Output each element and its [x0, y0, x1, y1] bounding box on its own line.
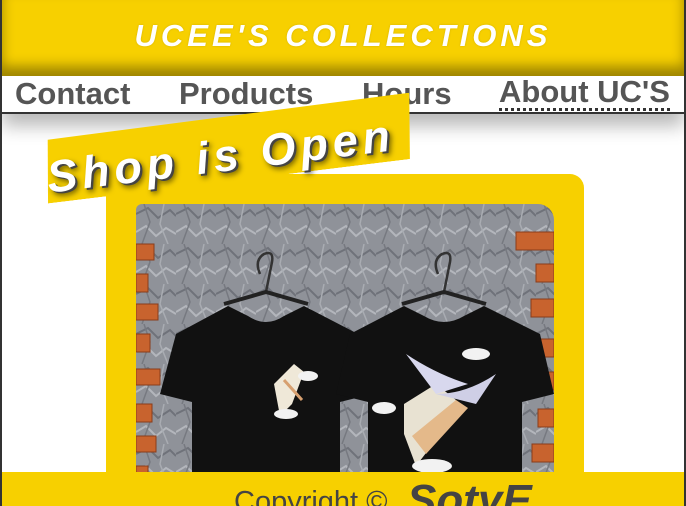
nav-about-link[interactable]: About UC'S [499, 76, 670, 111]
page-frame: UCEE'S COLLECTIONS Contact Products Hour… [0, 0, 686, 506]
nav-products-link[interactable]: Products [179, 76, 313, 112]
site-header: UCEE'S COLLECTIONS [2, 0, 684, 76]
footer-brand-logo: SotyE [407, 476, 532, 506]
copyright-text: Copyright © [234, 486, 388, 506]
tshirts-image [136, 204, 554, 504]
site-footer: Copyright © SotyE [2, 472, 684, 506]
product-photo [136, 204, 554, 504]
nav-contact-link[interactable]: Contact [15, 76, 130, 112]
hero-section: Shop is Open [2, 114, 684, 504]
site-title: UCEE'S COLLECTIONS [134, 17, 552, 53]
product-card [106, 174, 584, 504]
